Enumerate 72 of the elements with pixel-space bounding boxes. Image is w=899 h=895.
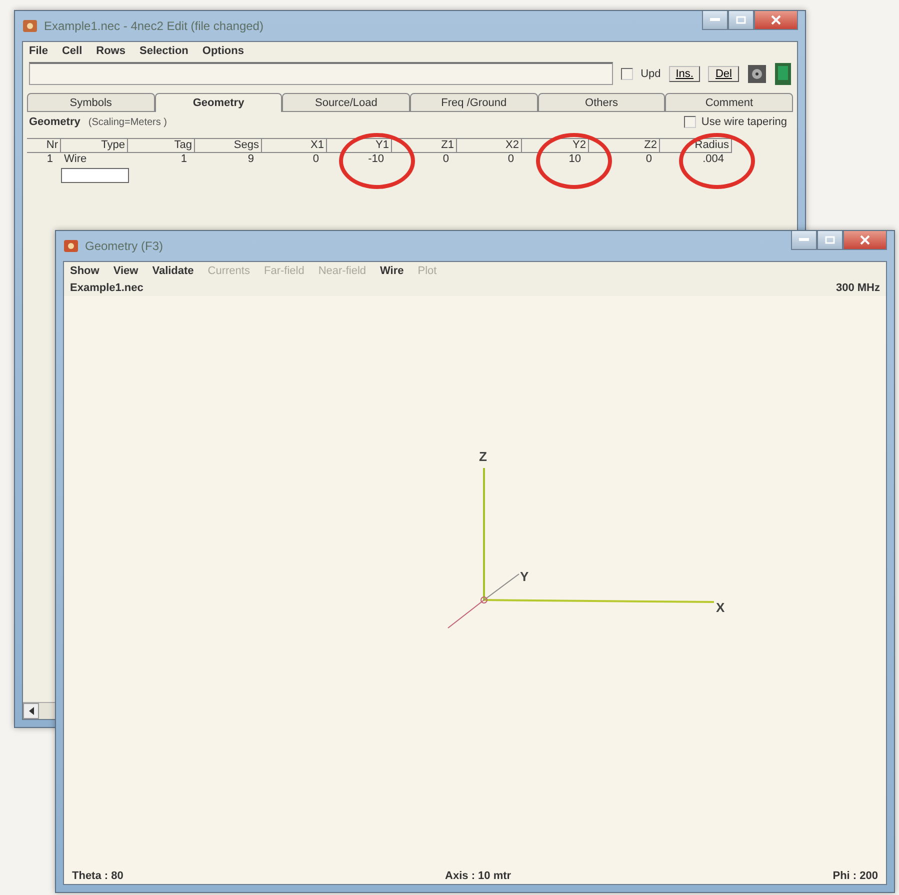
table-cell-text: 10 bbox=[568, 153, 582, 167]
menu-item[interactable]: Validate bbox=[152, 265, 194, 277]
maximize-button[interactable] bbox=[817, 231, 843, 250]
menu-item[interactable]: Show bbox=[70, 265, 100, 277]
checkbox-label: Upd bbox=[640, 68, 661, 80]
table-cell-text: .004 bbox=[702, 153, 725, 167]
tab[interactable]: Comment bbox=[665, 93, 794, 112]
axis-label: Z bbox=[479, 449, 487, 464]
table-cell-text: 0 bbox=[312, 153, 320, 167]
column-header: Segs bbox=[195, 138, 262, 153]
menu-item[interactable]: Rows bbox=[96, 45, 126, 57]
tab[interactable]: Symbols bbox=[27, 93, 155, 112]
close-button[interactable] bbox=[754, 11, 798, 30]
menu-item[interactable]: Cell bbox=[62, 45, 82, 57]
minimize-icon bbox=[710, 18, 720, 22]
input-field[interactable] bbox=[29, 62, 613, 85]
maximize-button[interactable] bbox=[728, 11, 754, 30]
column-header: X1 bbox=[262, 138, 327, 153]
menu-item[interactable]: View bbox=[113, 265, 138, 277]
minimize-button[interactable] bbox=[791, 231, 817, 250]
table-cell-text: Wire bbox=[63, 153, 88, 167]
axis-label: X bbox=[716, 600, 725, 615]
axis-readout: Axis : 10 mtr bbox=[445, 870, 512, 882]
app-icon bbox=[22, 18, 38, 34]
drive-icon[interactable] bbox=[747, 64, 767, 84]
tab[interactable]: Others bbox=[538, 93, 666, 112]
checkbox[interactable] bbox=[684, 116, 696, 128]
close-icon bbox=[860, 235, 870, 245]
section-title: Geometry bbox=[29, 116, 80, 128]
window-title: Geometry (F3) bbox=[85, 239, 164, 253]
tab[interactable]: Geometry bbox=[154, 93, 282, 112]
menu-item[interactable]: Selection bbox=[139, 45, 188, 57]
cell-editor[interactable] bbox=[61, 168, 129, 183]
menu-item[interactable]: Options bbox=[202, 45, 244, 57]
left-arrow-icon bbox=[28, 707, 34, 715]
column-header: Z2 bbox=[589, 138, 660, 153]
table-cell-text: 0 bbox=[506, 153, 515, 167]
scroll-left-button[interactable] bbox=[23, 703, 39, 719]
column-header: Z1 bbox=[392, 138, 457, 153]
table-cell-text: -10 bbox=[367, 153, 385, 167]
checkbox-label: Use wire tapering bbox=[701, 116, 787, 128]
section-subtitle: (Scaling=Meters ) bbox=[88, 116, 167, 128]
file-name: Example1.nec bbox=[70, 282, 144, 294]
column-header: X2 bbox=[457, 138, 522, 153]
column-header: Type bbox=[61, 138, 128, 153]
minimize-icon bbox=[799, 238, 809, 242]
close-button[interactable] bbox=[843, 231, 887, 250]
table-cell-text: 0 bbox=[442, 153, 450, 167]
table-cell-text: 0 bbox=[644, 153, 653, 167]
axis-label: Y bbox=[520, 569, 529, 584]
menu-item[interactable]: Wire bbox=[380, 265, 404, 277]
toolbar-button[interactable]: Ins. bbox=[668, 66, 700, 82]
checkbox[interactable] bbox=[620, 68, 633, 80]
column-header: Tag bbox=[128, 138, 195, 153]
tab[interactable]: Source/Load bbox=[282, 93, 410, 112]
theta-readout: Theta : 80 bbox=[72, 870, 124, 882]
frequency-label: 300 MHz bbox=[836, 282, 880, 294]
column-header: Nr bbox=[27, 138, 61, 153]
window-title: Example1.nec - 4nec2 Edit (file changed) bbox=[44, 19, 264, 33]
table-cell-text: 1 bbox=[180, 153, 188, 167]
maximize-icon bbox=[736, 16, 746, 24]
app-icon bbox=[63, 238, 79, 254]
calculator-icon[interactable] bbox=[775, 62, 791, 84]
maximize-icon bbox=[825, 236, 835, 244]
table-cell-text: 1 bbox=[46, 153, 54, 167]
toolbar-button[interactable]: Del bbox=[708, 66, 739, 82]
minimize-button[interactable] bbox=[702, 11, 728, 30]
tab[interactable]: Freq /Ground bbox=[410, 93, 538, 112]
table-cell-text: 9 bbox=[246, 153, 255, 167]
phi-readout: Phi : 200 bbox=[832, 870, 878, 882]
close-icon bbox=[771, 15, 781, 25]
menu-item[interactable]: File bbox=[29, 45, 48, 57]
